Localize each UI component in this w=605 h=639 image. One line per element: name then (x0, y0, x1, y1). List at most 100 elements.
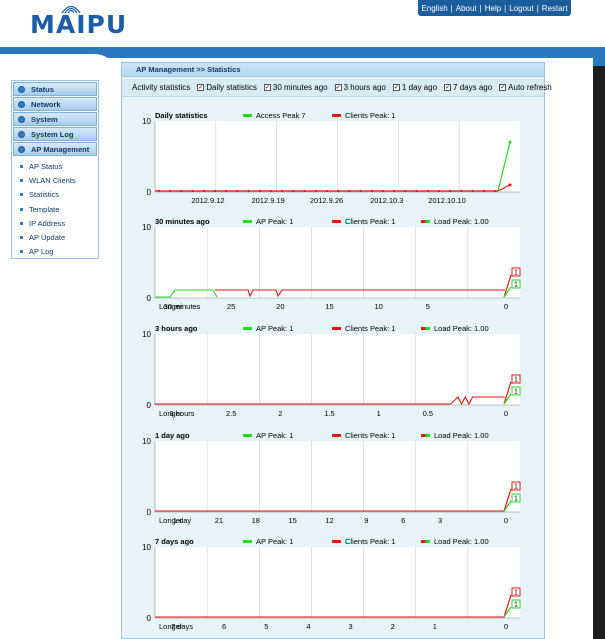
submenu-label: AP Status (29, 161, 63, 171)
plot-background (155, 227, 520, 298)
x-tick-label: 5 (264, 622, 268, 631)
menu-bullet-icon (18, 115, 25, 123)
y-tick-bottom: 0 (147, 401, 152, 410)
data-point (471, 189, 474, 193)
chart-1-day-ago: 1 day ago AP Peak: 1 Clients Peak: 1 Load P… (121, 428, 545, 532)
data-point (236, 189, 239, 193)
y-tick-bottom: 0 (147, 508, 152, 517)
x-tick-label: 25 (227, 302, 235, 311)
checkbox[interactable]: ✓ (392, 84, 400, 91)
nav-link-about[interactable]: About (456, 4, 477, 13)
option-label: 7 days ago (453, 83, 493, 92)
data-point (493, 189, 497, 193)
option-daily-statistics[interactable]: ✓ Daily statistics (197, 83, 257, 92)
submenu-item-ap-status[interactable]: AP Status (12, 159, 98, 173)
x-tick-label: 1 day (173, 516, 192, 525)
checkbox[interactable]: ✓ (444, 84, 452, 91)
badge-value: 1 (514, 602, 518, 609)
x-tick-label: 3 hours (169, 409, 194, 418)
plot-background (155, 547, 520, 618)
data-point (325, 189, 329, 193)
x-tick-label: 3 (348, 622, 352, 631)
x-tick-label: 4 (306, 622, 310, 631)
data-point (415, 189, 418, 193)
submenu-item-wlan-clients[interactable]: WLAN Clients (12, 173, 98, 187)
x-tick-label: 6 (222, 622, 226, 631)
checkbox[interactable]: ✓ (334, 84, 342, 91)
option-label: Auto refresh (508, 83, 552, 92)
x-tick-label: 7 days (171, 622, 193, 631)
menu-network[interactable]: Network (13, 97, 97, 111)
data-point (157, 189, 161, 193)
nav-link-english[interactable]: English (421, 4, 447, 13)
options-label: Activity statistics (132, 83, 191, 92)
submenu-bullet-icon (20, 221, 23, 225)
x-tick-label: 1 (433, 622, 437, 631)
y-tick-bottom: 0 (147, 294, 152, 303)
submenu-item-ip-address[interactable]: IP Address (12, 216, 98, 230)
x-tick-label: 0 (504, 516, 508, 525)
menu-label: System (31, 114, 58, 124)
data-point (449, 189, 452, 193)
submenu-item-ap-log[interactable]: AP Log (12, 245, 98, 259)
peak-badge: 1 (511, 587, 521, 597)
x-tick-label: 0 (504, 409, 508, 418)
badge-value: 1 (514, 282, 518, 289)
x-tick-label: 3 (438, 516, 442, 525)
option-3-hours-ago[interactable]: ✓ 3 hours ago (334, 83, 386, 92)
x-tick-label: 1 (377, 409, 381, 418)
option-label: Daily statistics (206, 83, 257, 92)
submenu-bullet-icon (20, 250, 23, 254)
submenu-label: Statistics (29, 190, 60, 200)
y-tick-top: 10 (142, 117, 151, 126)
x-tick-label: 2 (278, 409, 282, 418)
nav-link-help[interactable]: Help (485, 4, 501, 13)
x-tick-label: 10 (374, 302, 382, 311)
options-bar: Activity statistics ✓ Daily statistics ✓ 30… (122, 79, 552, 97)
option-1-day-ago[interactable]: ✓ 1 day ago (392, 83, 437, 92)
nav-link-logout[interactable]: Logout (509, 4, 533, 13)
x-tick-label: 2.5 (226, 409, 236, 418)
option-label: 3 hours ago (343, 83, 386, 92)
submenu-item-template[interactable]: Template (12, 202, 98, 216)
peak-badge: 1 (511, 386, 521, 396)
data-point (404, 189, 407, 193)
data-point (191, 189, 194, 193)
nav-link-restart[interactable]: Restart (542, 4, 568, 13)
data-point (370, 189, 373, 193)
menu-label: System Log (31, 129, 74, 139)
option-7-days-ago[interactable]: ✓ 7 days ago (444, 83, 492, 92)
option-auto-refresh[interactable]: ✓ Auto refresh (499, 83, 552, 92)
checkbox[interactable]: ✓ (197, 84, 205, 91)
menu-system[interactable]: System (13, 112, 97, 126)
data-point (393, 189, 396, 193)
peak-badge: 1 (511, 279, 521, 289)
submenu-item-ap-update[interactable]: AP Update (12, 230, 98, 244)
menu-system-log[interactable]: System Log (13, 127, 97, 141)
badge-value: 1 (514, 377, 518, 384)
top-navigation: English | About | Help | Logout | Restart (418, 0, 571, 16)
data-point (508, 140, 512, 144)
option-label: 30 minutes ago (272, 83, 328, 92)
x-tick-label: 6 (401, 516, 405, 525)
chart-7-days-ago: 7 days ago AP Peak: 1 Clients Peak: 1 Load … (121, 534, 545, 638)
x-tick-label: 15 (288, 516, 296, 525)
menu-ap-management[interactable]: AP Management (13, 142, 97, 156)
submenu-bullet-icon (20, 236, 23, 240)
badge-value: 1 (514, 590, 518, 597)
nav-separator: | (536, 3, 539, 13)
option-30-minutes-ago[interactable]: ✓ 30 minutes ago (263, 83, 328, 92)
checkbox[interactable]: ✓ (499, 84, 507, 91)
data-point (337, 189, 340, 193)
submenu-label: WLAN Clients (29, 175, 76, 185)
x-tick-label: 2 (391, 622, 395, 631)
menu-status[interactable]: Status (13, 82, 97, 96)
checkbox[interactable]: ✓ (263, 84, 271, 91)
x-tick-label: 2012.9.26 (310, 196, 343, 205)
data-point (348, 189, 351, 193)
peak-badge: 1 (511, 374, 521, 384)
breadcrumb: AP Management >> Statistics (122, 63, 544, 77)
menu-label: Network (31, 99, 61, 109)
submenu-item-statistics[interactable]: Statistics (12, 188, 98, 202)
submenu-bullet-icon (20, 178, 23, 182)
